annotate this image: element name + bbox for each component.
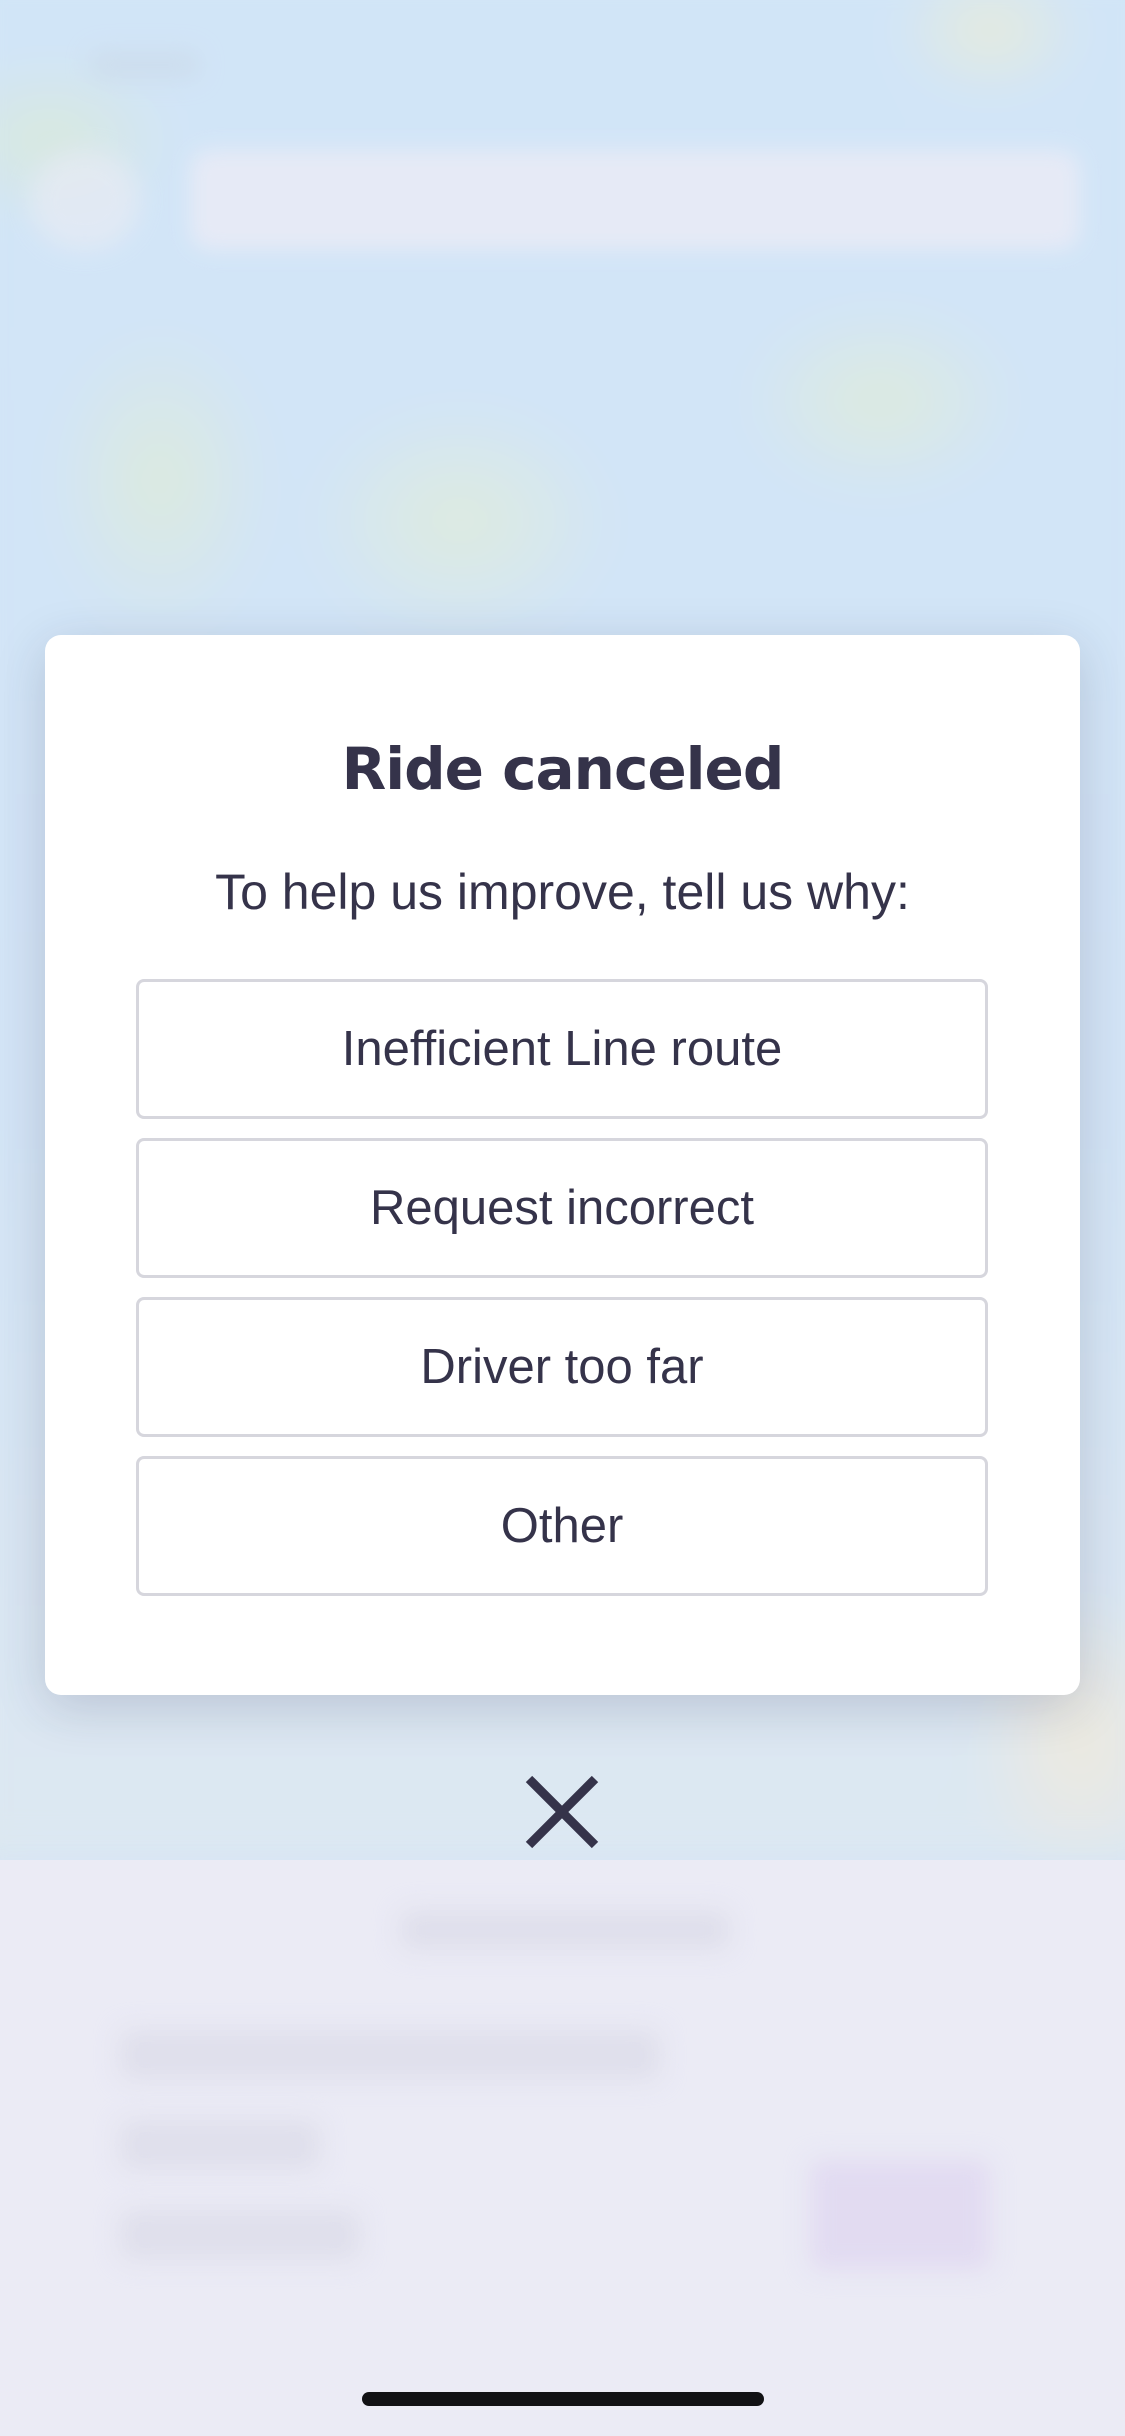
reason-option-inefficient-route[interactable]: Inefficient Line route: [136, 979, 988, 1119]
dialog-title: Ride canceled: [341, 735, 785, 803]
close-button[interactable]: [512, 1762, 612, 1862]
ride-canceled-dialog: Ride canceled To help us improve, tell u…: [45, 635, 1080, 1695]
reason-option-label: Inefficient Line route: [341, 1022, 783, 1076]
screen: Ride canceled To help us improve, tell u…: [0, 0, 1125, 2436]
reason-option-label: Request incorrect: [369, 1181, 754, 1235]
dialog-subtitle: To help us improve, tell us why:: [215, 864, 910, 920]
reason-option-request-incorrect[interactable]: Request incorrect: [136, 1138, 988, 1278]
reason-option-label: Driver too far: [420, 1340, 704, 1394]
home-indicator: [362, 2392, 764, 2406]
reason-option-other[interactable]: Other: [136, 1456, 988, 1596]
reason-option-driver-too-far[interactable]: Driver too far: [136, 1297, 988, 1437]
reason-option-label: Other: [500, 1499, 624, 1553]
close-icon: [525, 1775, 599, 1849]
